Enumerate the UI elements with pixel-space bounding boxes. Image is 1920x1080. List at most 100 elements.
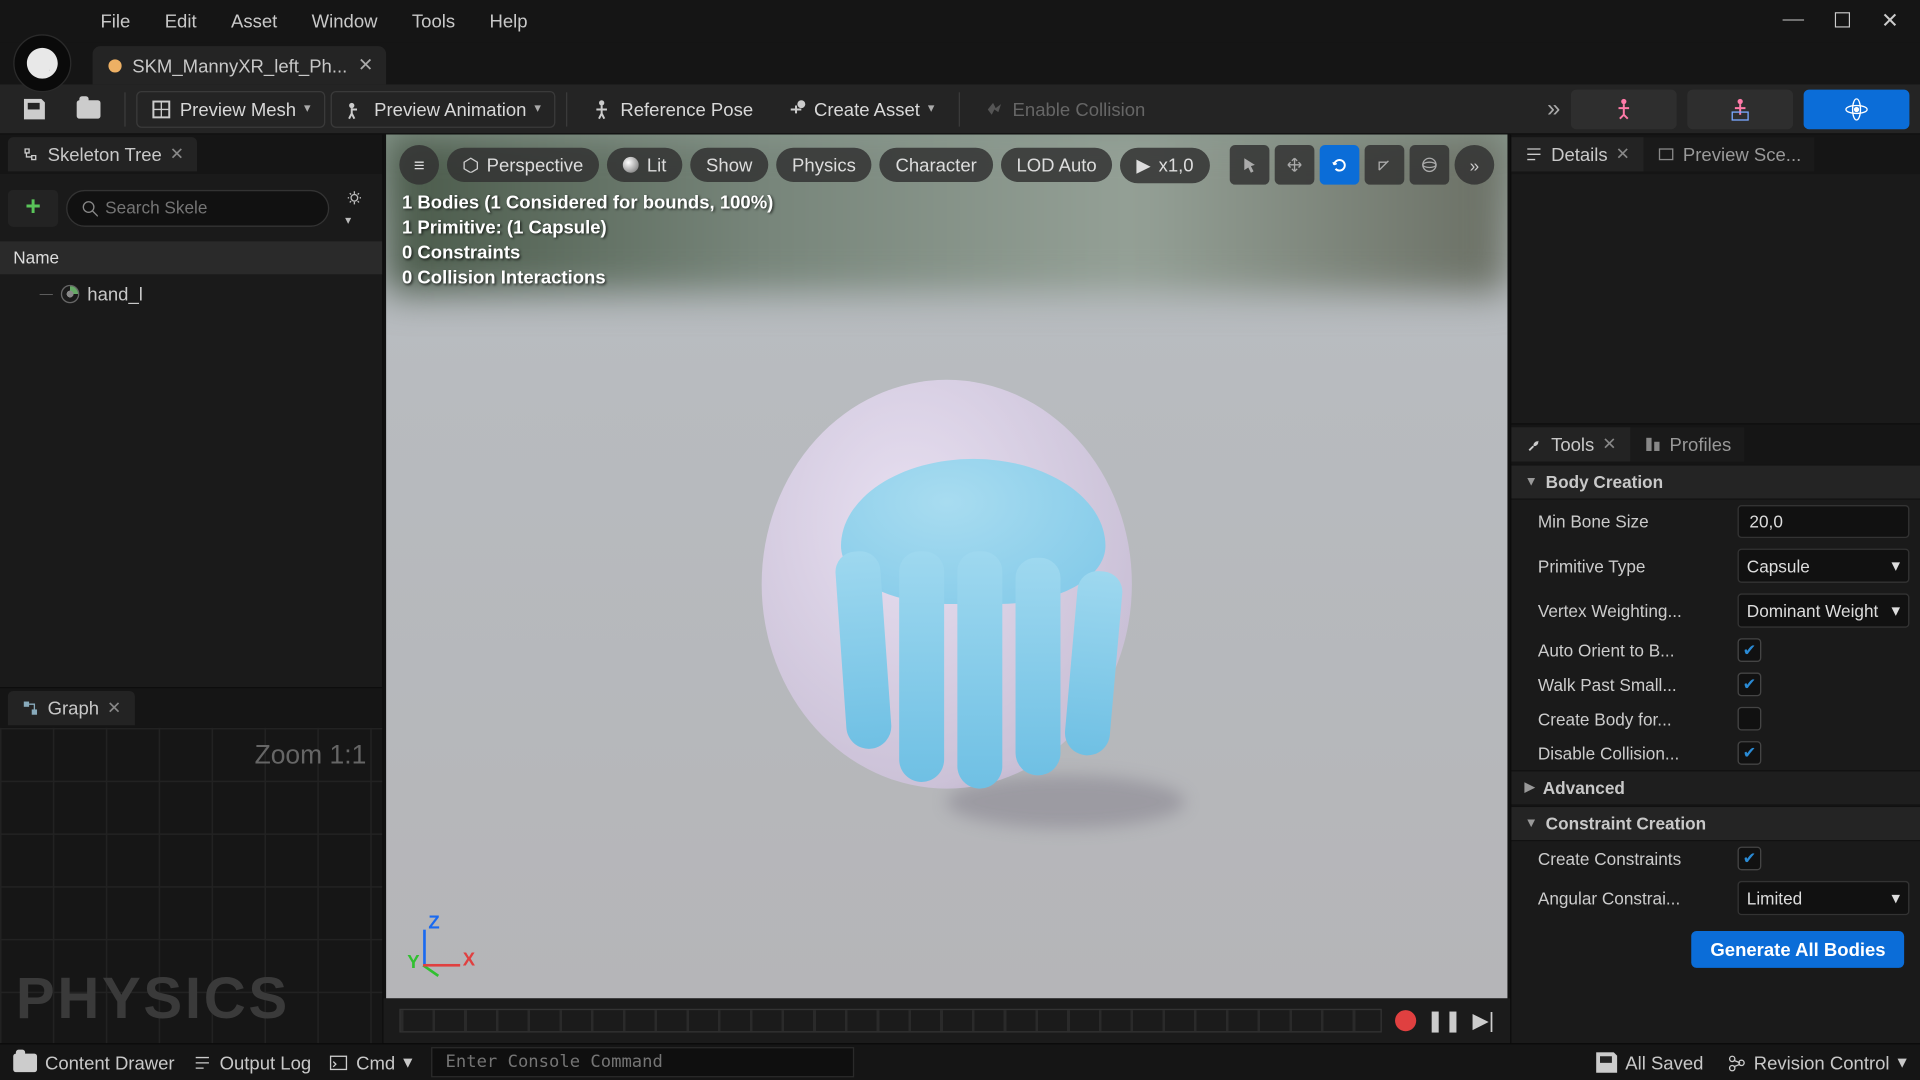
perspective-button[interactable]: Perspective [447, 148, 599, 182]
angular-constraint-select[interactable]: Limited▾ [1738, 881, 1910, 915]
skeleton-tree-tab[interactable]: Skeleton Tree ✕ [8, 137, 197, 171]
document-tab-row: SKM_MannyXR_left_Ph... ✕ [0, 42, 1920, 84]
preview-scene-tab[interactable]: Preview Sce... [1643, 137, 1814, 171]
body-creation-header[interactable]: ▼ Body Creation [1511, 464, 1920, 500]
document-tab[interactable]: SKM_MannyXR_left_Ph... ✕ [93, 46, 387, 84]
vertex-weighting-select[interactable]: Dominant Weight▾ [1738, 593, 1910, 627]
add-button[interactable]: + [8, 189, 58, 226]
timeline-track[interactable] [399, 1009, 1381, 1033]
step-button[interactable]: ▶| [1472, 1007, 1494, 1033]
create-constraints-checkbox[interactable]: ✔ [1738, 847, 1762, 871]
disable-collision-label: Disable Collision... [1538, 743, 1727, 763]
show-button[interactable]: Show [690, 148, 768, 182]
skeleton-settings-button[interactable]: ▾ [337, 182, 374, 233]
min-bone-size-input[interactable] [1738, 505, 1910, 538]
pose-icon [591, 98, 612, 119]
bone-icon [61, 285, 80, 303]
pause-button[interactable]: ❚❚ [1426, 1007, 1461, 1033]
select-tool[interactable] [1230, 145, 1270, 185]
auto-orient-checkbox[interactable]: ✔ [1738, 638, 1762, 662]
save-icon [24, 98, 45, 119]
lod-button[interactable]: LOD Auto [1001, 148, 1113, 182]
rotate-tool[interactable] [1320, 145, 1360, 185]
output-log-button[interactable]: Output Log [193, 1052, 311, 1073]
tools-close[interactable]: ✕ [1602, 434, 1616, 455]
walk-past-label: Walk Past Small... [1538, 675, 1727, 695]
physics-icon [1843, 96, 1869, 122]
preview-animation-button[interactable]: Preview Animation▾ [331, 90, 556, 127]
primitive-type-select[interactable]: Capsule▾ [1738, 549, 1910, 583]
physics-mode-button[interactable] [1804, 89, 1910, 129]
revision-control-button[interactable]: Revision Control ▾ [1727, 1051, 1907, 1073]
main-toolbar: Preview Mesh▾ Preview Animation▾ Referen… [0, 84, 1920, 134]
browse-button[interactable] [63, 93, 113, 125]
menu-help[interactable]: Help [484, 3, 533, 40]
minimize-button[interactable]: — [1783, 8, 1804, 34]
character-button[interactable]: Character [880, 148, 993, 182]
details-body [1511, 174, 1920, 423]
menu-file[interactable]: File [95, 3, 135, 40]
close-button[interactable]: ✕ [1881, 8, 1899, 34]
play-icon: ▶ [1136, 154, 1150, 176]
constraint-creation-header[interactable]: ▼ Constraint Creation [1511, 806, 1920, 842]
record-button[interactable] [1395, 1010, 1416, 1031]
details-tab[interactable]: Details ✕ [1511, 137, 1643, 171]
tools-panel: ▼ Body Creation Min Bone Size Primitive … [1511, 464, 1920, 1043]
scene-icon [1656, 145, 1675, 163]
bone-row-hand-l[interactable]: — hand_l [0, 280, 382, 309]
vertex-weighting-label: Vertex Weighting... [1538, 601, 1727, 621]
walk-past-checkbox[interactable]: ✔ [1738, 673, 1762, 697]
all-saved-button[interactable]: All Saved [1596, 1051, 1703, 1073]
graph-tab[interactable]: Graph ✕ [8, 691, 135, 725]
scale-tool[interactable] [1365, 145, 1405, 185]
reference-pose-button[interactable]: Reference Pose [578, 92, 766, 126]
preview-mesh-button[interactable]: Preview Mesh▾ [136, 90, 325, 127]
menu-tools[interactable]: Tools [407, 3, 461, 40]
overflow-icon[interactable]: » [1547, 95, 1560, 123]
create-body-checkbox[interactable] [1738, 707, 1762, 731]
chevron-right-icon: ▶ [1525, 781, 1535, 796]
details-close[interactable]: ✕ [1616, 144, 1630, 165]
play-speed-button[interactable]: ▶ x1,0 [1121, 147, 1210, 183]
enable-collision-button[interactable]: Enable Collision [970, 92, 1158, 126]
plus-icon: + [25, 193, 40, 223]
menu-asset[interactable]: Asset [226, 3, 283, 40]
left-column: Skeleton Tree ✕ + ▾ Name — hand_l [0, 135, 383, 1044]
disable-collision-checkbox[interactable]: ✔ [1738, 741, 1762, 765]
viewport-options[interactable] [1410, 145, 1450, 185]
profiles-tab[interactable]: Profiles [1630, 427, 1745, 461]
console-icon [330, 1053, 349, 1071]
cube-icon [463, 157, 479, 173]
lit-button[interactable]: Lit [607, 148, 682, 182]
content-drawer-button[interactable]: Content Drawer [13, 1052, 174, 1073]
menu-bar: File Edit Asset Window Tools Help [95, 3, 533, 40]
menu-edit[interactable]: Edit [159, 3, 201, 40]
viewport-menu-button[interactable]: ≡ [399, 145, 439, 185]
mesh-mode-button[interactable] [1687, 89, 1793, 129]
physics-button[interactable]: Physics [776, 148, 872, 182]
move-tool[interactable] [1275, 145, 1315, 185]
viewport[interactable]: ≡ Perspective Lit Show Physics Character… [386, 135, 1507, 999]
save-button[interactable] [11, 92, 59, 126]
details-icon [1525, 145, 1544, 163]
search-icon [81, 198, 98, 216]
viewport-overflow[interactable]: » [1455, 145, 1495, 185]
skeleton-tree-close[interactable]: ✕ [170, 144, 184, 165]
advanced-header[interactable]: ▶ Advanced [1511, 770, 1920, 806]
cmd-dropdown[interactable]: Cmd ▾ [330, 1051, 413, 1073]
tools-tab[interactable]: Tools ✕ [1511, 427, 1629, 461]
document-tab-label: SKM_MannyXR_left_Ph... [132, 55, 347, 76]
console-input[interactable] [431, 1047, 854, 1077]
skeleton-search[interactable] [66, 189, 329, 226]
sphere-icon [623, 157, 639, 173]
maximize-button[interactable]: ☐ [1833, 8, 1852, 34]
menu-window[interactable]: Window [306, 3, 382, 40]
generate-all-bodies-button[interactable]: Generate All Bodies [1692, 931, 1904, 968]
document-tab-close[interactable]: ✕ [358, 54, 374, 76]
create-asset-button[interactable]: Create Asset▾ [772, 92, 948, 126]
graph-tab-close[interactable]: ✕ [107, 698, 121, 719]
skeleton-mode-button[interactable] [1571, 89, 1677, 129]
skeleton-search-input[interactable] [105, 198, 315, 218]
graph-canvas[interactable]: Zoom 1:1 PHYSICS [0, 728, 382, 1043]
right-column: Details ✕ Preview Sce... Tools ✕ Profile… [1510, 135, 1920, 1044]
